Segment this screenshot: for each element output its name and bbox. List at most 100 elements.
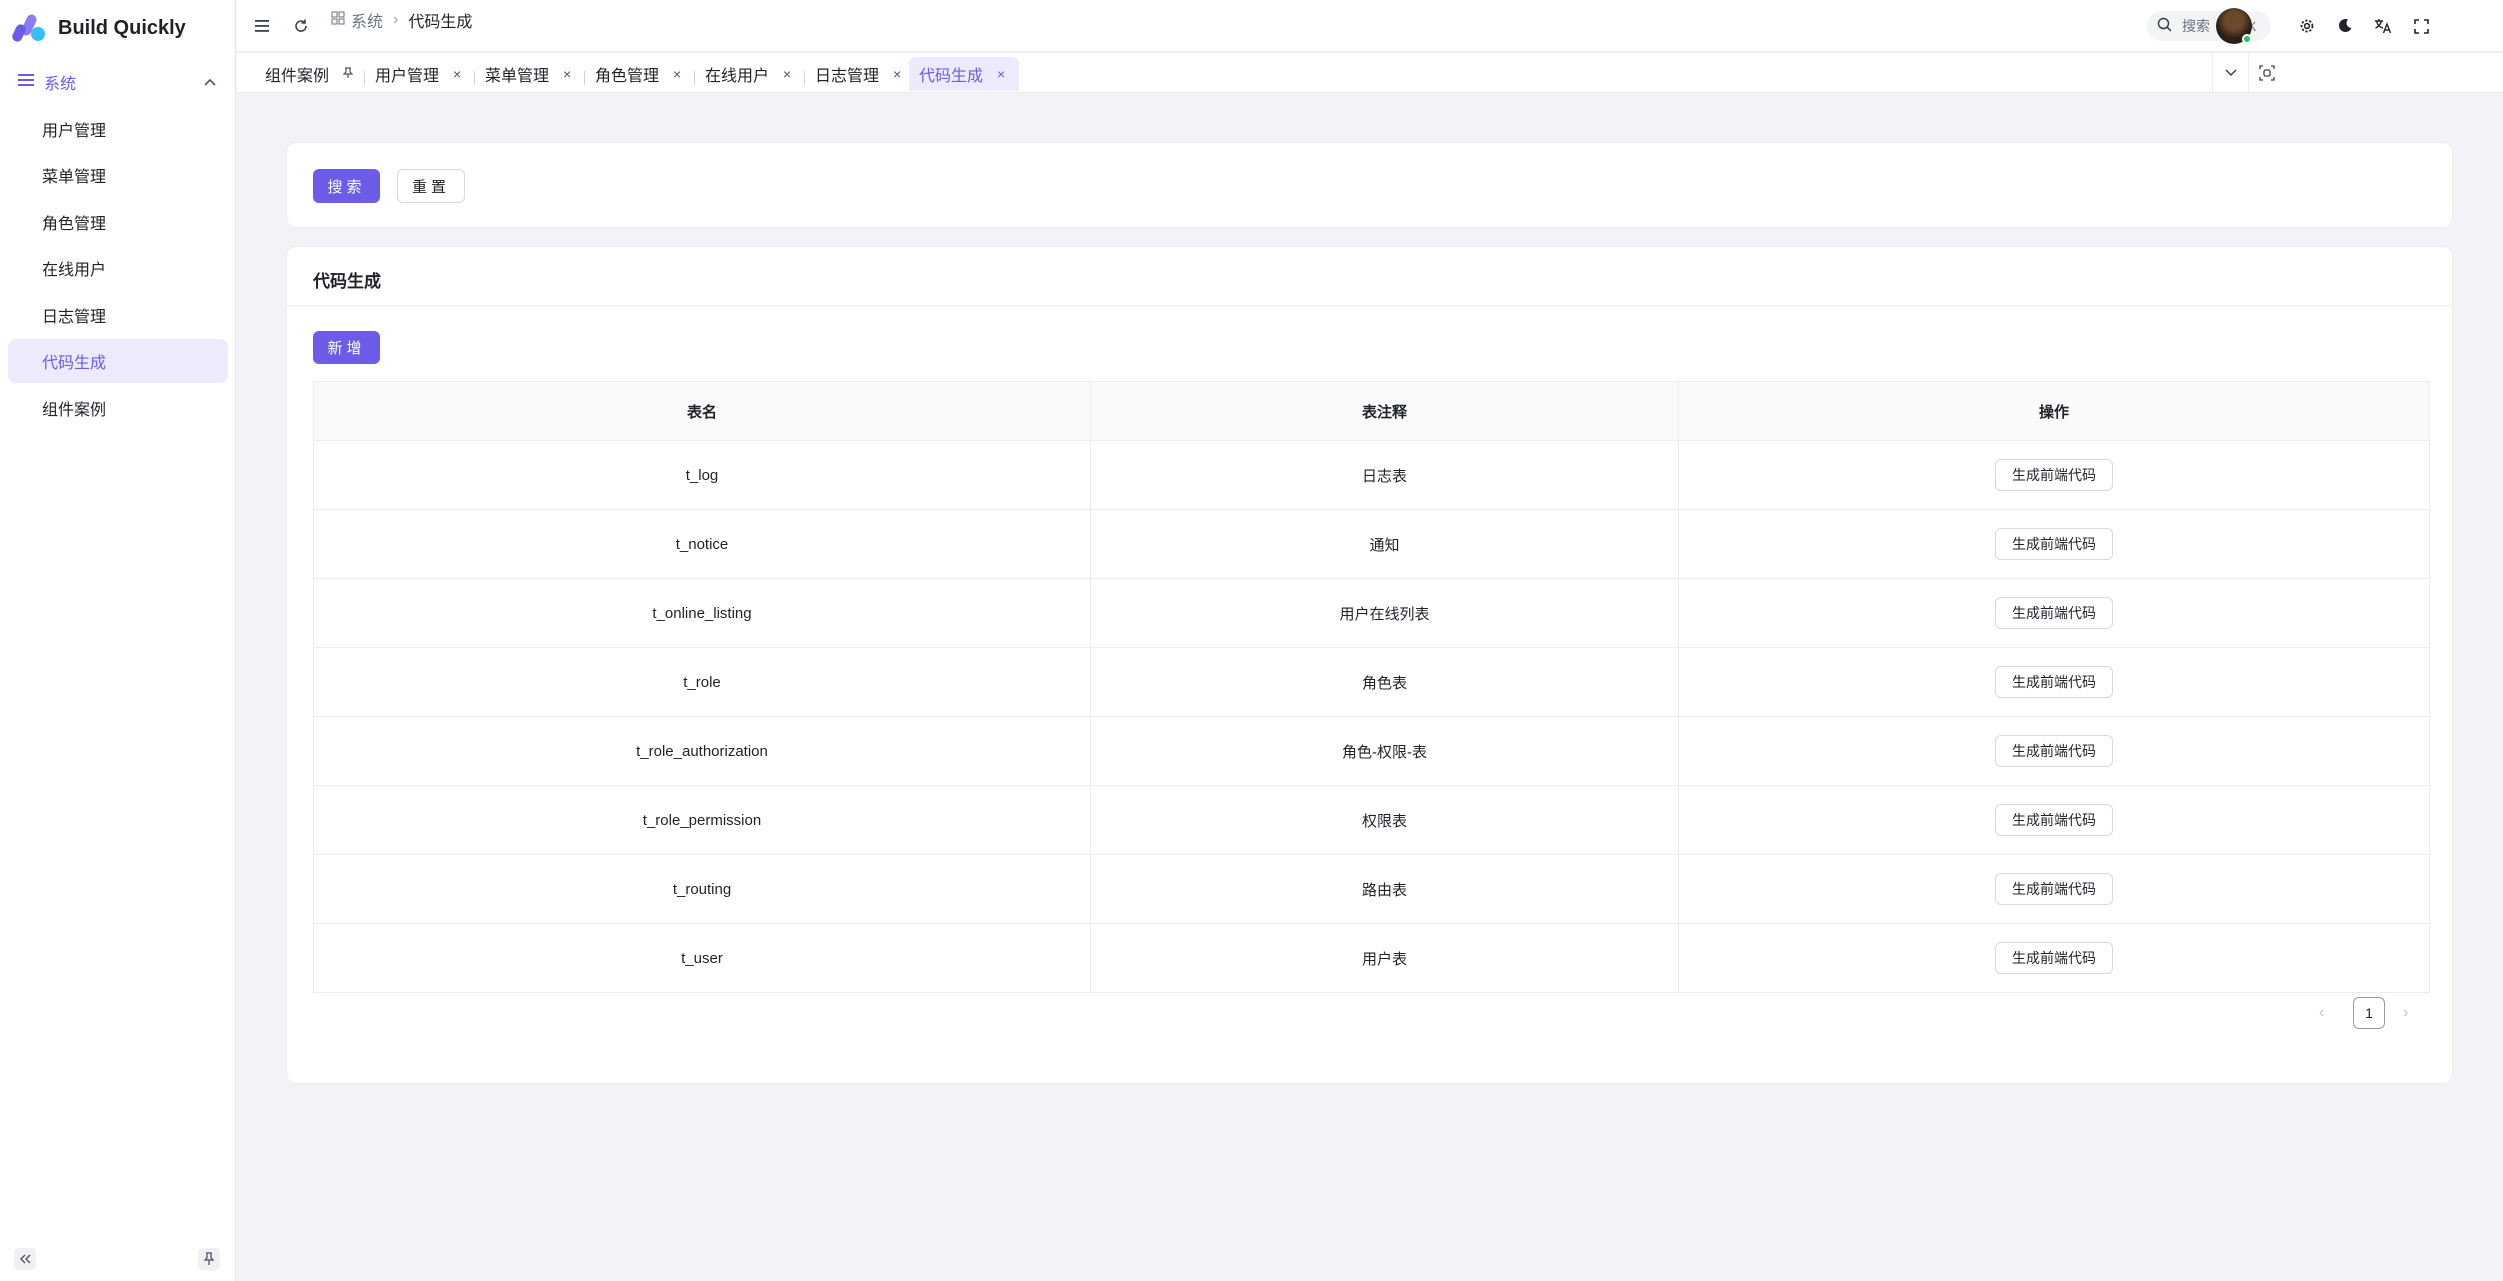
pin-icon[interactable] <box>342 66 354 82</box>
generate-frontend-code-button[interactable]: 生成前端代码 <box>1995 459 2113 491</box>
cell-table-name: t_role <box>313 647 1091 717</box>
cell-table-comment: 日志表 <box>1090 440 1679 510</box>
search-button[interactable]: 搜索 <box>313 169 380 203</box>
search-icon <box>2157 17 2172 35</box>
panel-title: 代码生成 <box>313 272 381 291</box>
cell-table-name: t_notice <box>313 509 1091 579</box>
generate-frontend-code-button[interactable]: 生成前端代码 <box>1995 528 2113 560</box>
tab-code-generation[interactable]: 代码生成 × <box>909 57 1019 91</box>
column-header-table-comment: 表注释 <box>1090 381 1679 441</box>
cell-actions: 生成前端代码 <box>1678 440 2430 510</box>
tab-label: 代码生成 <box>919 68 984 85</box>
cell-actions: 生成前端代码 <box>1678 785 2430 855</box>
chevron-up-icon <box>204 73 216 91</box>
refresh-icon[interactable] <box>289 14 313 38</box>
sidebar-item-role-management[interactable]: 角色管理 <box>8 200 228 244</box>
cell-table-name: t_online_listing <box>313 578 1091 648</box>
sidebar-item-label: 角色管理 <box>42 216 107 233</box>
table-row: t_routing 路由表 生成前端代码 <box>313 854 2430 924</box>
tab-label: 在线用户 <box>705 68 770 85</box>
tab-role-management[interactable]: 角色管理 × <box>585 57 691 91</box>
sidebar-item-component-examples[interactable]: 组件案例 <box>8 386 228 430</box>
sidebar-item-label: 组件案例 <box>42 402 107 419</box>
column-header-table-name: 表名 <box>313 381 1091 441</box>
moon-icon[interactable] <box>2333 14 2357 38</box>
sidebar-item-log-management[interactable]: 日志管理 <box>8 293 228 337</box>
generate-frontend-code-button[interactable]: 生成前端代码 <box>1995 873 2113 905</box>
search-input[interactable]: 搜索 Ctrl K <box>2147 11 2271 41</box>
screen-icon[interactable] <box>2248 53 2284 93</box>
sidebar-group-system[interactable]: 系统 <box>8 64 228 100</box>
cell-table-comment: 用户表 <box>1090 923 1679 993</box>
cell-actions: 生成前端代码 <box>1678 578 2430 648</box>
generate-frontend-code-button[interactable]: 生成前端代码 <box>1995 942 2113 974</box>
tab-label: 菜单管理 <box>485 68 550 85</box>
cell-table-comment: 权限表 <box>1090 785 1679 855</box>
cell-actions: 生成前端代码 <box>1678 647 2430 717</box>
cell-actions: 生成前端代码 <box>1678 509 2430 579</box>
pagination-page-current[interactable]: 1 <box>2353 997 2385 1029</box>
breadcrumb-current: 代码生成 <box>408 14 473 31</box>
cell-table-name: t_role_permission <box>313 785 1091 855</box>
close-icon[interactable]: × <box>453 66 461 82</box>
sidebar-group-label: 系统 <box>44 76 77 93</box>
table-row: t_role_permission 权限表 生成前端代码 <box>313 785 2430 855</box>
top-header: 系统 › 代码生成 搜索 Ctrl K <box>237 0 2503 52</box>
close-icon[interactable]: × <box>563 66 571 82</box>
pagination-next-icon[interactable]: › <box>2403 1004 2408 1022</box>
pagination-prev-icon[interactable]: ‹ <box>2319 1004 2324 1022</box>
hamburger-icon[interactable] <box>251 14 275 38</box>
brand[interactable]: Build Quickly <box>12 10 186 46</box>
close-icon[interactable]: × <box>893 66 901 82</box>
cell-actions: 生成前端代码 <box>1678 716 2430 786</box>
cell-table-comment: 路由表 <box>1090 854 1679 924</box>
fullscreen-icon[interactable] <box>2409 14 2433 38</box>
cell-table-name: t_role_authorization <box>313 716 1091 786</box>
divider <box>287 305 2452 306</box>
menu-icon <box>18 73 34 92</box>
breadcrumb-item[interactable]: 系统 <box>351 8 383 32</box>
sidebar: Build Quickly 系统 用户管理 菜单管理 角色管理 在线用户 日志管… <box>0 0 236 1281</box>
cell-table-comment: 角色表 <box>1090 647 1679 717</box>
add-button[interactable]: 新增 <box>313 331 380 364</box>
close-icon[interactable]: × <box>673 66 681 82</box>
close-icon[interactable]: × <box>997 66 1005 82</box>
collapse-icon[interactable] <box>14 1248 36 1270</box>
sidebar-item-label: 用户管理 <box>42 123 107 140</box>
sidebar-item-label: 在线用户 <box>42 262 107 279</box>
tab-online-users[interactable]: 在线用户 × <box>695 57 801 91</box>
tab-log-management[interactable]: 日志管理 × <box>805 57 911 91</box>
cell-table-name: t_routing <box>313 854 1091 924</box>
tabs-bar: 组件案例 用户管理 × 菜单管理 × 角色管理 × 在线用户 × 日志管理 × … <box>237 53 2503 93</box>
cell-table-comment: 角色-权限-表 <box>1090 716 1679 786</box>
column-header-actions: 操作 <box>1678 381 2430 441</box>
tab-user-management[interactable]: 用户管理 × <box>365 57 471 91</box>
tab-label: 日志管理 <box>815 68 880 85</box>
settings-icon[interactable] <box>2295 14 2319 38</box>
close-icon[interactable]: × <box>783 66 791 82</box>
chevron-down-icon[interactable] <box>2212 53 2248 93</box>
sidebar-item-label: 菜单管理 <box>42 169 107 186</box>
tab-menu-management[interactable]: 菜单管理 × <box>475 57 581 91</box>
tab-component-examples[interactable]: 组件案例 <box>255 57 363 91</box>
sidebar-item-user-management[interactable]: 用户管理 <box>8 107 228 151</box>
sidebar-item-online-users[interactable]: 在线用户 <box>8 246 228 290</box>
cell-table-comment: 通知 <box>1090 509 1679 579</box>
reset-button[interactable]: 重置 <box>397 169 465 203</box>
cell-actions: 生成前端代码 <box>1678 854 2430 924</box>
table-row: t_online_listing 用户在线列表 生成前端代码 <box>313 578 2430 648</box>
sidebar-item-code-generation[interactable]: 代码生成 <box>8 339 228 383</box>
pin-icon[interactable] <box>198 1248 220 1270</box>
generate-frontend-code-button[interactable]: 生成前端代码 <box>1995 735 2113 767</box>
generate-frontend-code-button[interactable]: 生成前端代码 <box>1995 597 2113 629</box>
cell-table-name: t_log <box>313 440 1091 510</box>
sidebar-item-menu-management[interactable]: 菜单管理 <box>8 153 228 197</box>
search-placeholder: 搜索 <box>2182 18 2210 34</box>
translate-icon[interactable] <box>2371 14 2395 38</box>
generate-frontend-code-button[interactable]: 生成前端代码 <box>1995 804 2113 836</box>
generate-frontend-code-button[interactable]: 生成前端代码 <box>1995 666 2113 698</box>
table-row: t_notice 通知 生成前端代码 <box>313 509 2430 579</box>
table-header-row: 表名 表注释 操作 <box>313 381 2430 441</box>
tab-label: 组件案例 <box>265 68 330 85</box>
tab-label: 角色管理 <box>595 68 660 85</box>
